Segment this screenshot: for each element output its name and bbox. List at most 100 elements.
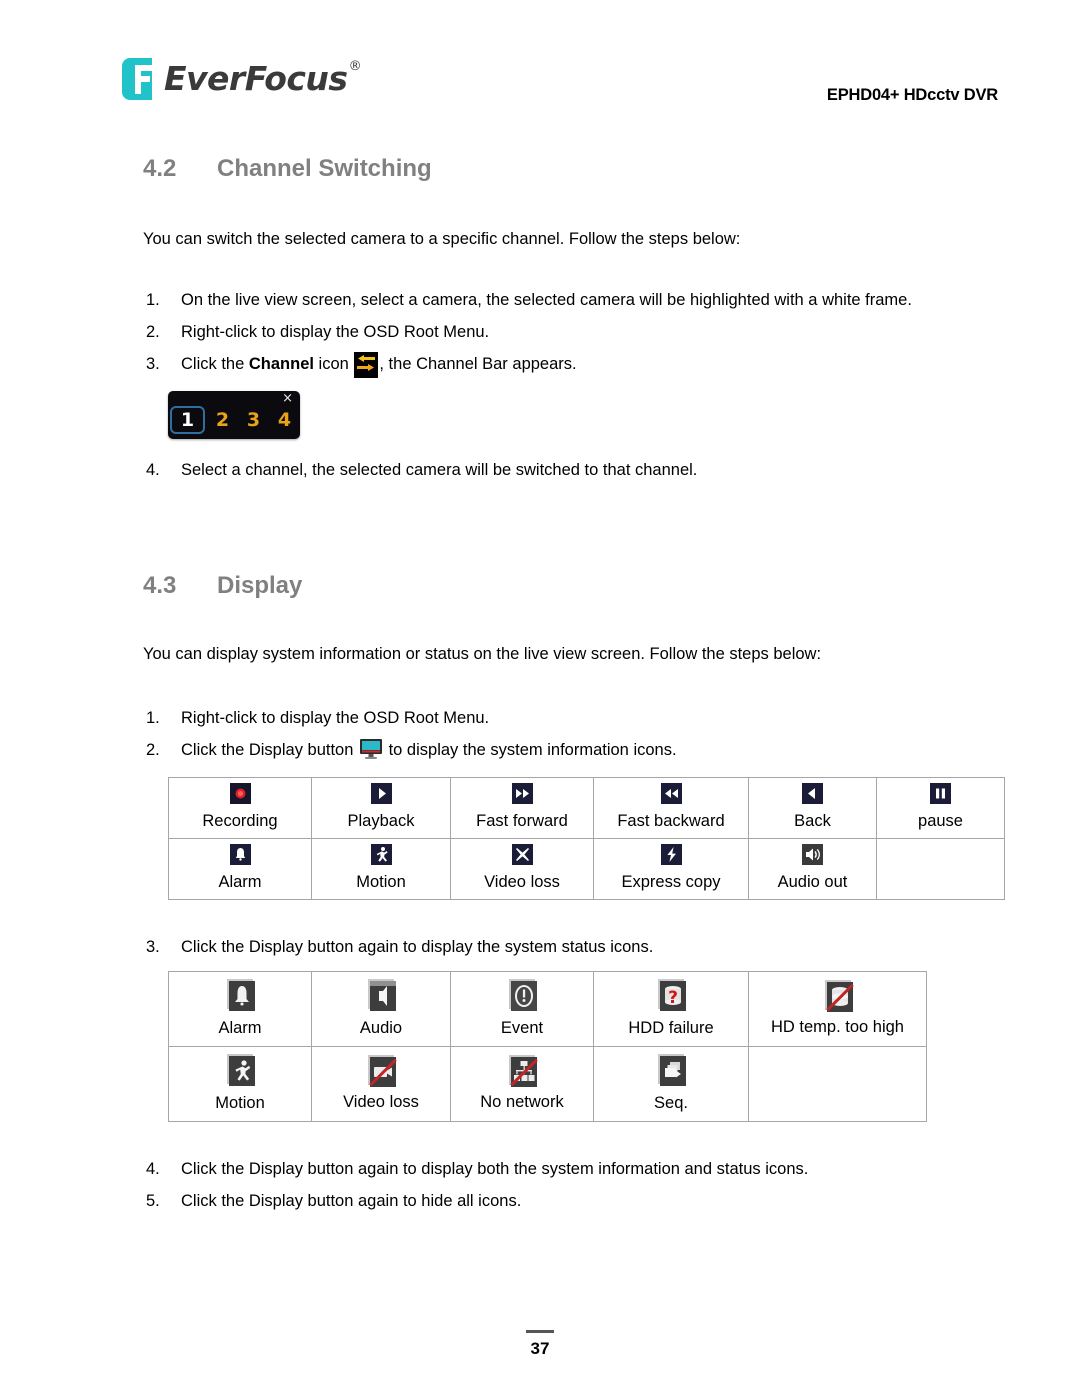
table-cell-label: Recording (202, 812, 278, 830)
channel-intro-text: You can switch the selected camera to a … (143, 230, 741, 248)
page-header: EverFocus ® EPHD04+ HDcctv DVR (0, 0, 1080, 120)
table-cell-label: Video loss (484, 873, 560, 891)
status-hd-temp-icon (751, 979, 924, 1015)
list-marker: 3. (146, 938, 160, 956)
list-marker: 4. (146, 1160, 160, 1178)
list-marker: 1. (146, 291, 160, 309)
list-item: 5. Click the Display button again to hid… (143, 1187, 983, 1215)
status-hdd-failure-icon: ? (596, 978, 746, 1016)
table-cell-video-loss: Video loss (450, 838, 594, 900)
registered-trademark-icon: ® (348, 59, 362, 74)
table-cell-express-copy: Express copy (593, 838, 749, 900)
table-cell-label: Alarm (218, 1018, 262, 1037)
status-event-icon (453, 978, 591, 1016)
system-information-icons-table: Recording Playback Fast forward Fast bac… (168, 777, 1005, 900)
table-cell-back: Back (748, 777, 877, 839)
channel-steps-list: 1. On the live view screen, select a cam… (143, 286, 983, 383)
list-item: 3. Click the Display button again to dis… (143, 933, 983, 961)
list-marker: 3. (146, 355, 160, 373)
display-steps-list-continued: 3. Click the Display button again to dis… (143, 933, 983, 961)
table-cell-pause: pause (876, 777, 1005, 839)
list-item-text-mid: icon (313, 355, 354, 373)
table-cell-empty (748, 1046, 927, 1122)
table-cell-fast-backward: Fast backward (593, 777, 749, 839)
table-row: Alarm Audio Event ? HDD failure HD temp.… (168, 971, 927, 1047)
list-item-text: Click the Display button again to hide a… (181, 1192, 522, 1210)
display-monitor-icon (359, 738, 383, 769)
table-cell-recording: Recording (168, 777, 312, 839)
section-title: Display (217, 572, 303, 599)
table-cell-label: Alarm (218, 873, 262, 891)
everfocus-logo-mark-icon (122, 58, 160, 100)
table-cell-label: No network (480, 1092, 564, 1111)
list-marker: 4. (146, 461, 160, 479)
list-item-text: Right-click to display the OSD Root Menu… (181, 323, 490, 341)
channel-button-3[interactable]: 3 (238, 406, 269, 434)
channel-switch-icon (354, 352, 379, 383)
recording-icon (171, 783, 309, 809)
list-item-text-after: to display the system information icons. (384, 741, 677, 759)
table-cell-label: Fast forward (476, 812, 568, 830)
page-content: 4.2 Channel Switching You can switch the… (143, 140, 1005, 1215)
table-cell-audio-out: Audio out (748, 838, 877, 900)
list-item: 1. Right-click to display the OSD Root M… (143, 704, 983, 732)
table-cell-fast-forward: Fast forward (450, 777, 594, 839)
list-marker: 2. (146, 323, 160, 341)
table-cell-alarm: Alarm (168, 838, 312, 900)
page-number: 37 (530, 1339, 550, 1358)
back-icon (751, 783, 874, 809)
table-row: Motion Video loss No network Seq. (168, 1046, 927, 1122)
status-alarm-icon (171, 978, 309, 1016)
section-heading-channel-switching: 4.2 Channel Switching (143, 154, 983, 184)
table-cell-label: Seq. (654, 1093, 688, 1112)
table-cell-status-no-network: No network (450, 1046, 594, 1122)
table-cell-label: Video loss (343, 1092, 419, 1111)
list-item-text: Click the Display button again to displa… (181, 1160, 809, 1178)
list-item: 4. Select a channel, the selected camera… (143, 456, 983, 484)
everfocus-logo: EverFocus ® (122, 58, 362, 100)
channel-button-2[interactable]: 2 (207, 406, 238, 434)
list-item-text: Right-click to display the OSD Root Menu… (181, 709, 490, 727)
list-marker: 5. (146, 1192, 160, 1210)
table-row: Recording Playback Fast forward Fast bac… (168, 777, 1005, 839)
table-cell-label: pause (918, 812, 963, 830)
table-cell-motion: Motion (311, 838, 451, 900)
table-row: Alarm Motion Video loss Express copy Aud… (168, 838, 1005, 900)
table-cell-label: Fast backward (617, 812, 725, 830)
channel-button-4[interactable]: 4 (269, 406, 300, 434)
table-cell-label: Back (794, 812, 831, 830)
list-item-text-after: , the Channel Bar appears. (379, 355, 577, 373)
table-cell-label: Express copy (621, 873, 721, 891)
table-cell-status-seq: Seq. (593, 1046, 749, 1122)
alarm-bell-icon (171, 844, 309, 870)
table-cell-label: Playback (347, 812, 415, 830)
channel-bar-graphic[interactable]: × 1 2 3 4 (168, 391, 300, 439)
list-item: 2. Click the Display button to display t… (143, 736, 983, 769)
status-motion-icon (171, 1053, 309, 1091)
list-item-text: Click the Display button again to displa… (181, 938, 654, 956)
list-marker: 2. (146, 741, 160, 759)
channel-button-1[interactable]: 1 (170, 406, 205, 434)
channel-keyword: Channel (248, 355, 314, 373)
table-cell-label: HDD failure (628, 1018, 714, 1037)
table-cell-status-video-loss: Video loss (311, 1046, 451, 1122)
table-cell-status-event: Event (450, 971, 594, 1047)
list-item-text-before: Click the (181, 355, 249, 373)
list-item: 3. Click the Channel icon , the Channel … (143, 350, 983, 383)
status-video-loss-icon (314, 1054, 448, 1090)
list-item-text: On the live view screen, select a camera… (181, 291, 912, 309)
everfocus-logo-text: EverFocus (164, 59, 348, 98)
status-audio-icon (314, 978, 448, 1016)
table-cell-label: HD temp. too high (771, 1017, 904, 1036)
status-no-network-icon (453, 1054, 591, 1090)
list-item: 1. On the live view screen, select a cam… (143, 286, 971, 314)
table-cell-label: Audio out (777, 873, 848, 891)
table-cell-empty (876, 838, 1005, 900)
section-number: 4.3 (143, 572, 177, 599)
list-item-text-before: Click the Display button (181, 741, 358, 759)
pause-icon (879, 783, 1002, 809)
channel-bar-numbers: 1 2 3 4 (168, 404, 300, 436)
table-cell-label: Audio (359, 1018, 403, 1037)
footer-divider (526, 1330, 554, 1333)
video-loss-x-icon (453, 844, 591, 870)
